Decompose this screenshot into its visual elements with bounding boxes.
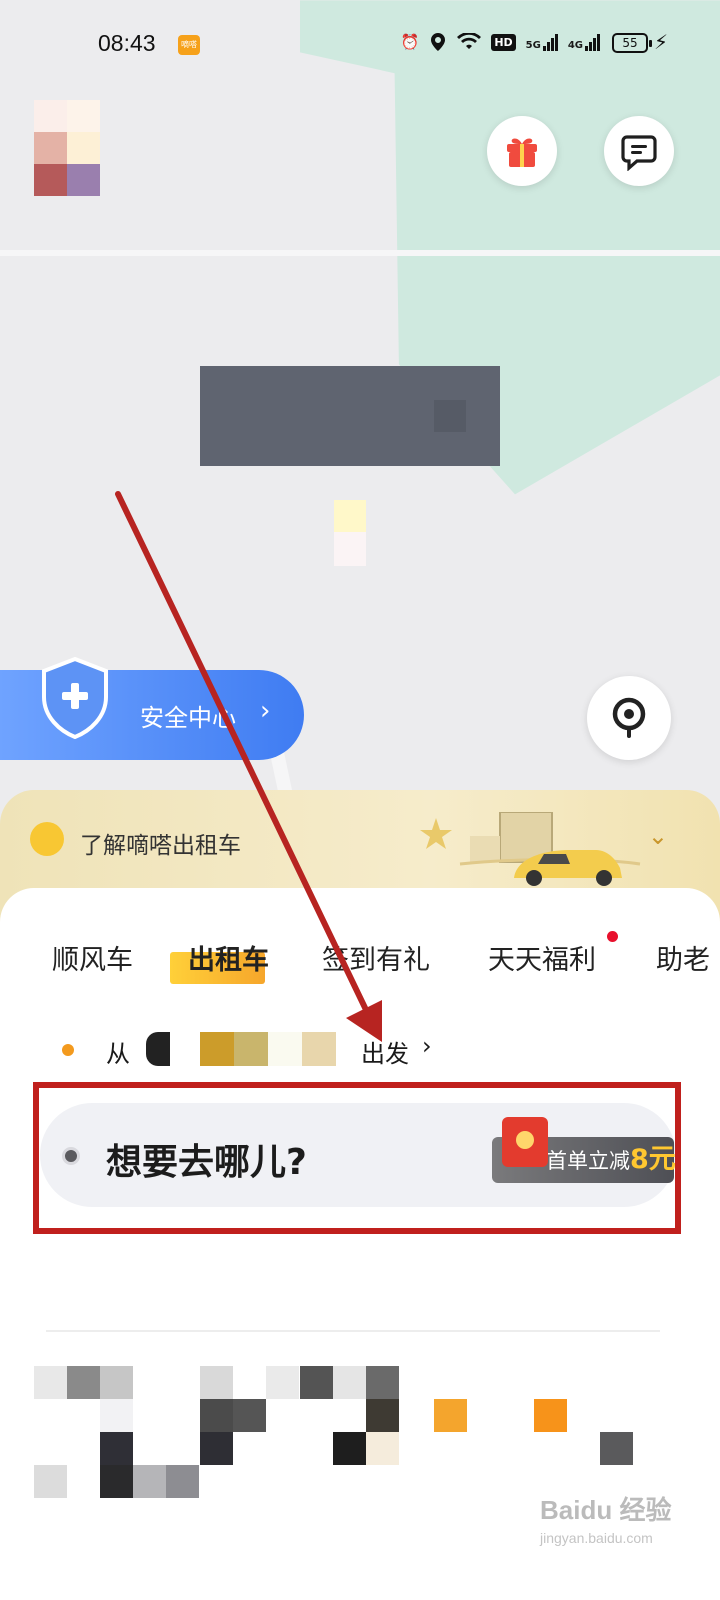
taxi-intro-text: 了解嘀嗒出租车 <box>80 833 241 859</box>
map-road <box>0 250 720 256</box>
location-icon <box>431 33 446 51</box>
tab-daily-welfare[interactable]: 天天福利 <box>488 938 596 977</box>
battery-icon: 55 <box>612 33 652 53</box>
pickup-address-mosaic <box>234 1032 268 1066</box>
baidu-watermark: Baidu 经验 <box>540 1495 672 1525</box>
message-button[interactable] <box>604 116 674 186</box>
pickup-dot-icon <box>62 1044 74 1056</box>
message-icon <box>621 135 657 171</box>
location-pin-mosaic <box>334 532 366 566</box>
status-bar: 08:43 嘀嗒 ⏰ HD 5G 4G 55 ⚡ <box>0 0 720 90</box>
pickup-row[interactable]: 从 出发 › <box>56 1030 476 1070</box>
pickup-address-mosaic <box>200 1032 234 1066</box>
alarm-icon: ⏰ <box>400 34 420 51</box>
highlight-box <box>33 1082 681 1234</box>
tab-taxi[interactable]: 出租车 <box>188 938 269 977</box>
locate-me-button[interactable] <box>587 676 671 760</box>
divider <box>46 1330 660 1332</box>
status-time: 08:43 <box>98 30 156 56</box>
app-notification-badge: 嘀嗒 <box>178 35 200 55</box>
safety-center-label: 安全中心 <box>140 704 236 732</box>
baidu-watermark-url: jingyan.baidu.com <box>540 1530 653 1546</box>
charging-icon: ⚡ <box>653 30 668 54</box>
chevron-right-icon: › <box>422 1032 432 1060</box>
gift-icon <box>507 138 537 167</box>
tab-checkin[interactable]: 签到有礼 <box>322 938 430 977</box>
locate-icon <box>612 697 646 738</box>
hd-voice-icon: HD <box>491 33 516 51</box>
taxi-illustration-icon <box>420 812 641 886</box>
new-badge-dot <box>607 931 618 942</box>
signal-4g-icon: 4G <box>568 33 600 51</box>
pickup-address-mosaic <box>268 1032 302 1066</box>
chevron-down-icon[interactable]: ⌄ <box>648 822 668 850</box>
pickup-address-mosaic <box>302 1032 336 1066</box>
chevron-right-icon: › <box>260 696 271 726</box>
service-tabs: 顺风车 出租车 签到有礼 天天福利 助老 <box>0 938 720 986</box>
tab-elderly[interactable]: 助老 <box>656 938 710 977</box>
depart-label: 出发 <box>361 1040 409 1068</box>
signal-5g-icon: 5G <box>526 33 558 51</box>
wifi-icon <box>457 33 482 49</box>
pickup-address-mosaic <box>146 1032 170 1066</box>
tab-hitch[interactable]: 顺风车 <box>52 938 133 977</box>
from-label: 从 <box>106 1040 130 1068</box>
location-label-mosaic <box>434 400 466 432</box>
shield-icon <box>42 656 108 739</box>
gift-button[interactable] <box>487 116 557 186</box>
status-icons: ⏰ HD 5G 4G <box>401 32 600 52</box>
user-avatar[interactable] <box>34 100 100 196</box>
location-pin-mosaic <box>334 500 366 532</box>
smile-face-icon <box>30 822 64 856</box>
